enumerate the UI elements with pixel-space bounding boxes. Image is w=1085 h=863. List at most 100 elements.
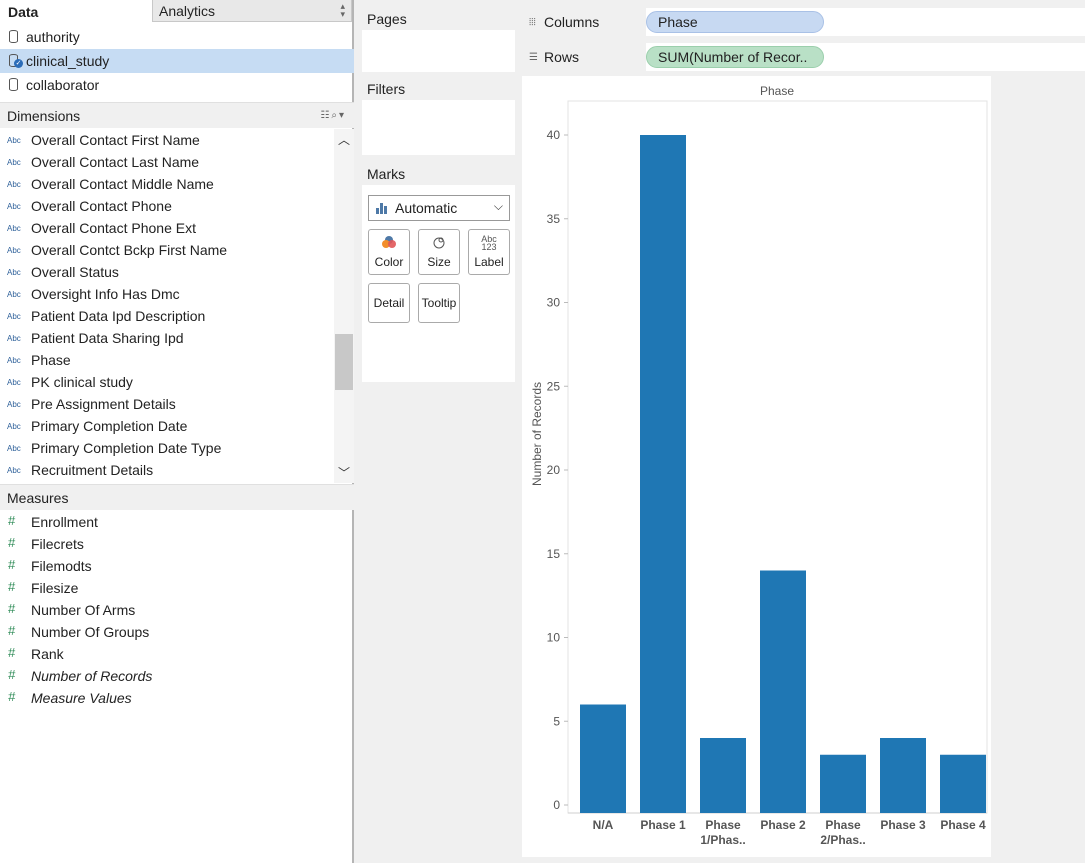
label-button[interactable]: Abc 123 Label	[468, 229, 510, 275]
measure-label: Filemodts	[31, 558, 92, 574]
dimension-label: Phase	[31, 352, 71, 368]
tab-analytics-label: Analytics	[159, 3, 216, 19]
measure-field[interactable]: # Filecrets	[0, 533, 354, 555]
tab-spinner-icon[interactable]: ▴ ▾	[340, 2, 345, 19]
columns-pill-phase[interactable]: Phase	[646, 11, 824, 33]
measure-field[interactable]: # Filesize	[0, 577, 354, 599]
dimension-label: Recruitment Details	[31, 462, 154, 478]
datasource-collaborator[interactable]: collaborator	[0, 73, 354, 97]
dimensions-header: Dimensions ☷⌕▾	[0, 102, 354, 128]
filters-card[interactable]: Filters	[362, 78, 515, 155]
dimension-field[interactable]: Abc Overall Status	[0, 261, 334, 283]
rows-label-text: Rows	[544, 49, 580, 65]
dimension-field[interactable]: Abc PK clinical study	[0, 371, 334, 393]
x-tick-label: Phase	[705, 818, 741, 832]
menu-dropdown-icon[interactable]: ▾	[339, 110, 346, 121]
rows-icon: ☰	[529, 52, 538, 63]
dimension-field[interactable]: Abc Overall Contact Phone	[0, 195, 334, 217]
string-type-icon: Abc	[7, 202, 21, 211]
dimension-field[interactable]: Abc Patient Data Sharing Ipd	[0, 327, 334, 349]
dimension-field[interactable]: Abc Overall Contact Last Name	[0, 151, 334, 173]
dimension-field[interactable]: Abc Pre Assignment Details	[0, 393, 334, 415]
dimension-label: Patient Data Ipd Description	[31, 308, 206, 324]
dimensions-scrollbar[interactable]: ︿ ﹀	[334, 129, 354, 483]
tooltip-button[interactable]: Tooltip	[418, 283, 460, 323]
x-axis-labels: N/A Phase 1 Phase1/Phas..Phase 2 Phase2/Pha…	[593, 818, 986, 847]
number-type-icon: #	[8, 689, 16, 704]
bar[interactable]	[700, 738, 746, 813]
bar[interactable]	[940, 754, 986, 813]
pages-card[interactable]: Pages	[362, 8, 515, 72]
number-type-icon: #	[8, 579, 16, 594]
bar[interactable]	[580, 704, 626, 814]
datasource-label: collaborator	[26, 77, 100, 93]
tab-analytics[interactable]: Analytics ▴ ▾	[152, 0, 352, 22]
dimension-label: Pre Assignment Details	[31, 396, 176, 412]
dimensions-list: Abc Overall Contact First Name Abc Overall …	[0, 129, 334, 483]
rows-shelf[interactable]: ☰ Rows SUM(Number of Recor..	[522, 43, 1085, 71]
string-type-icon: Abc	[7, 356, 21, 365]
y-tick-label: 30	[547, 296, 561, 310]
dimension-field[interactable]: Abc Overall Contact Phone Ext	[0, 217, 334, 239]
dimension-field[interactable]: Abc Primary Completion Date Type	[0, 437, 334, 459]
datasource-clinical-study[interactable]: ✓ clinical_study	[0, 49, 354, 73]
bar[interactable]	[880, 738, 926, 813]
datasource-authority[interactable]: authority	[0, 25, 354, 49]
rows-shelf-label: ☰ Rows	[522, 43, 646, 71]
datasource-label: authority	[26, 29, 80, 45]
measure-field[interactable]: # Enrollment	[0, 511, 354, 533]
marks-card: Marks Automatic ⌵ Color Size Abc 123 Labe…	[362, 163, 515, 382]
measure-field[interactable]: # Rank	[0, 643, 354, 665]
string-type-icon: Abc	[7, 268, 21, 277]
string-type-icon: Abc	[7, 422, 21, 431]
dimension-field[interactable]: Abc Overall Contact Middle Name	[0, 173, 334, 195]
measure-label: Enrollment	[31, 514, 98, 530]
mark-type-dropdown[interactable]: Automatic ⌵	[368, 195, 510, 221]
marks-title: Marks	[362, 163, 515, 185]
string-type-icon: Abc	[7, 180, 21, 189]
dimension-label: Overall Contact Last Name	[31, 154, 200, 170]
dimension-field[interactable]: Abc Overall Contact First Name	[0, 129, 334, 151]
string-type-icon: Abc	[7, 246, 21, 255]
chevron-down-icon: ⌵	[493, 199, 503, 213]
dimension-field[interactable]: Abc Oversight Info Has Dmc	[0, 283, 334, 305]
bar[interactable]	[820, 754, 866, 813]
view-list-icon[interactable]: ☷	[320, 110, 331, 121]
tab-data[interactable]: Data	[0, 0, 152, 24]
dimension-field[interactable]: Abc Recruitment Details	[0, 459, 334, 481]
scroll-up-icon[interactable]: ︿	[338, 131, 350, 148]
pages-title: Pages	[362, 8, 515, 30]
tooltip-label: Tooltip	[421, 296, 457, 310]
dimension-field[interactable]: Abc Patient Data Ipd Description	[0, 305, 334, 327]
dimension-field[interactable]: Abc Primary Completion Date	[0, 415, 334, 437]
detail-button[interactable]: Detail	[368, 283, 410, 323]
measures-title: Measures	[7, 490, 69, 506]
dimension-label: Primary Completion Date	[31, 418, 188, 434]
filters-title: Filters	[362, 78, 515, 100]
dimension-label: Overall Contact Phone Ext	[31, 220, 196, 236]
measure-field[interactable]: # Number Of Arms	[0, 599, 354, 621]
string-type-icon: Abc	[7, 400, 21, 409]
measure-field[interactable]: # Number Of Groups	[0, 621, 354, 643]
measure-field[interactable]: # Number of Records	[0, 665, 354, 687]
scroll-down-icon[interactable]: ﹀	[338, 464, 350, 481]
string-type-icon: Abc	[7, 378, 21, 387]
columns-shelf[interactable]: ⦙⦙⦙ Columns Phase	[522, 8, 1085, 36]
measure-field[interactable]: # Filemodts	[0, 555, 354, 577]
size-button[interactable]: Size	[418, 229, 460, 275]
dimension-label: Overall Contct Bckp First Name	[31, 242, 228, 258]
measure-field[interactable]: # Measure Values	[0, 687, 354, 709]
bar[interactable]	[760, 570, 806, 814]
bar[interactable]	[640, 135, 686, 813]
y-tick-label: 20	[547, 463, 561, 477]
database-icon	[9, 30, 18, 43]
color-button[interactable]: Color	[368, 229, 410, 275]
rows-pill-sum-records[interactable]: SUM(Number of Recor..	[646, 46, 824, 68]
dimension-field[interactable]: Abc Overall Contct Bckp First Name	[0, 239, 334, 261]
dimension-field[interactable]: Abc Phase	[0, 349, 334, 371]
detail-label: Detail	[373, 296, 405, 310]
search-icon[interactable]: ⌕	[331, 110, 339, 121]
dimension-label: Overall Status	[31, 264, 119, 280]
dimension-label: Primary Completion Date Type	[31, 440, 222, 456]
scrollbar-thumb[interactable]	[335, 334, 353, 390]
